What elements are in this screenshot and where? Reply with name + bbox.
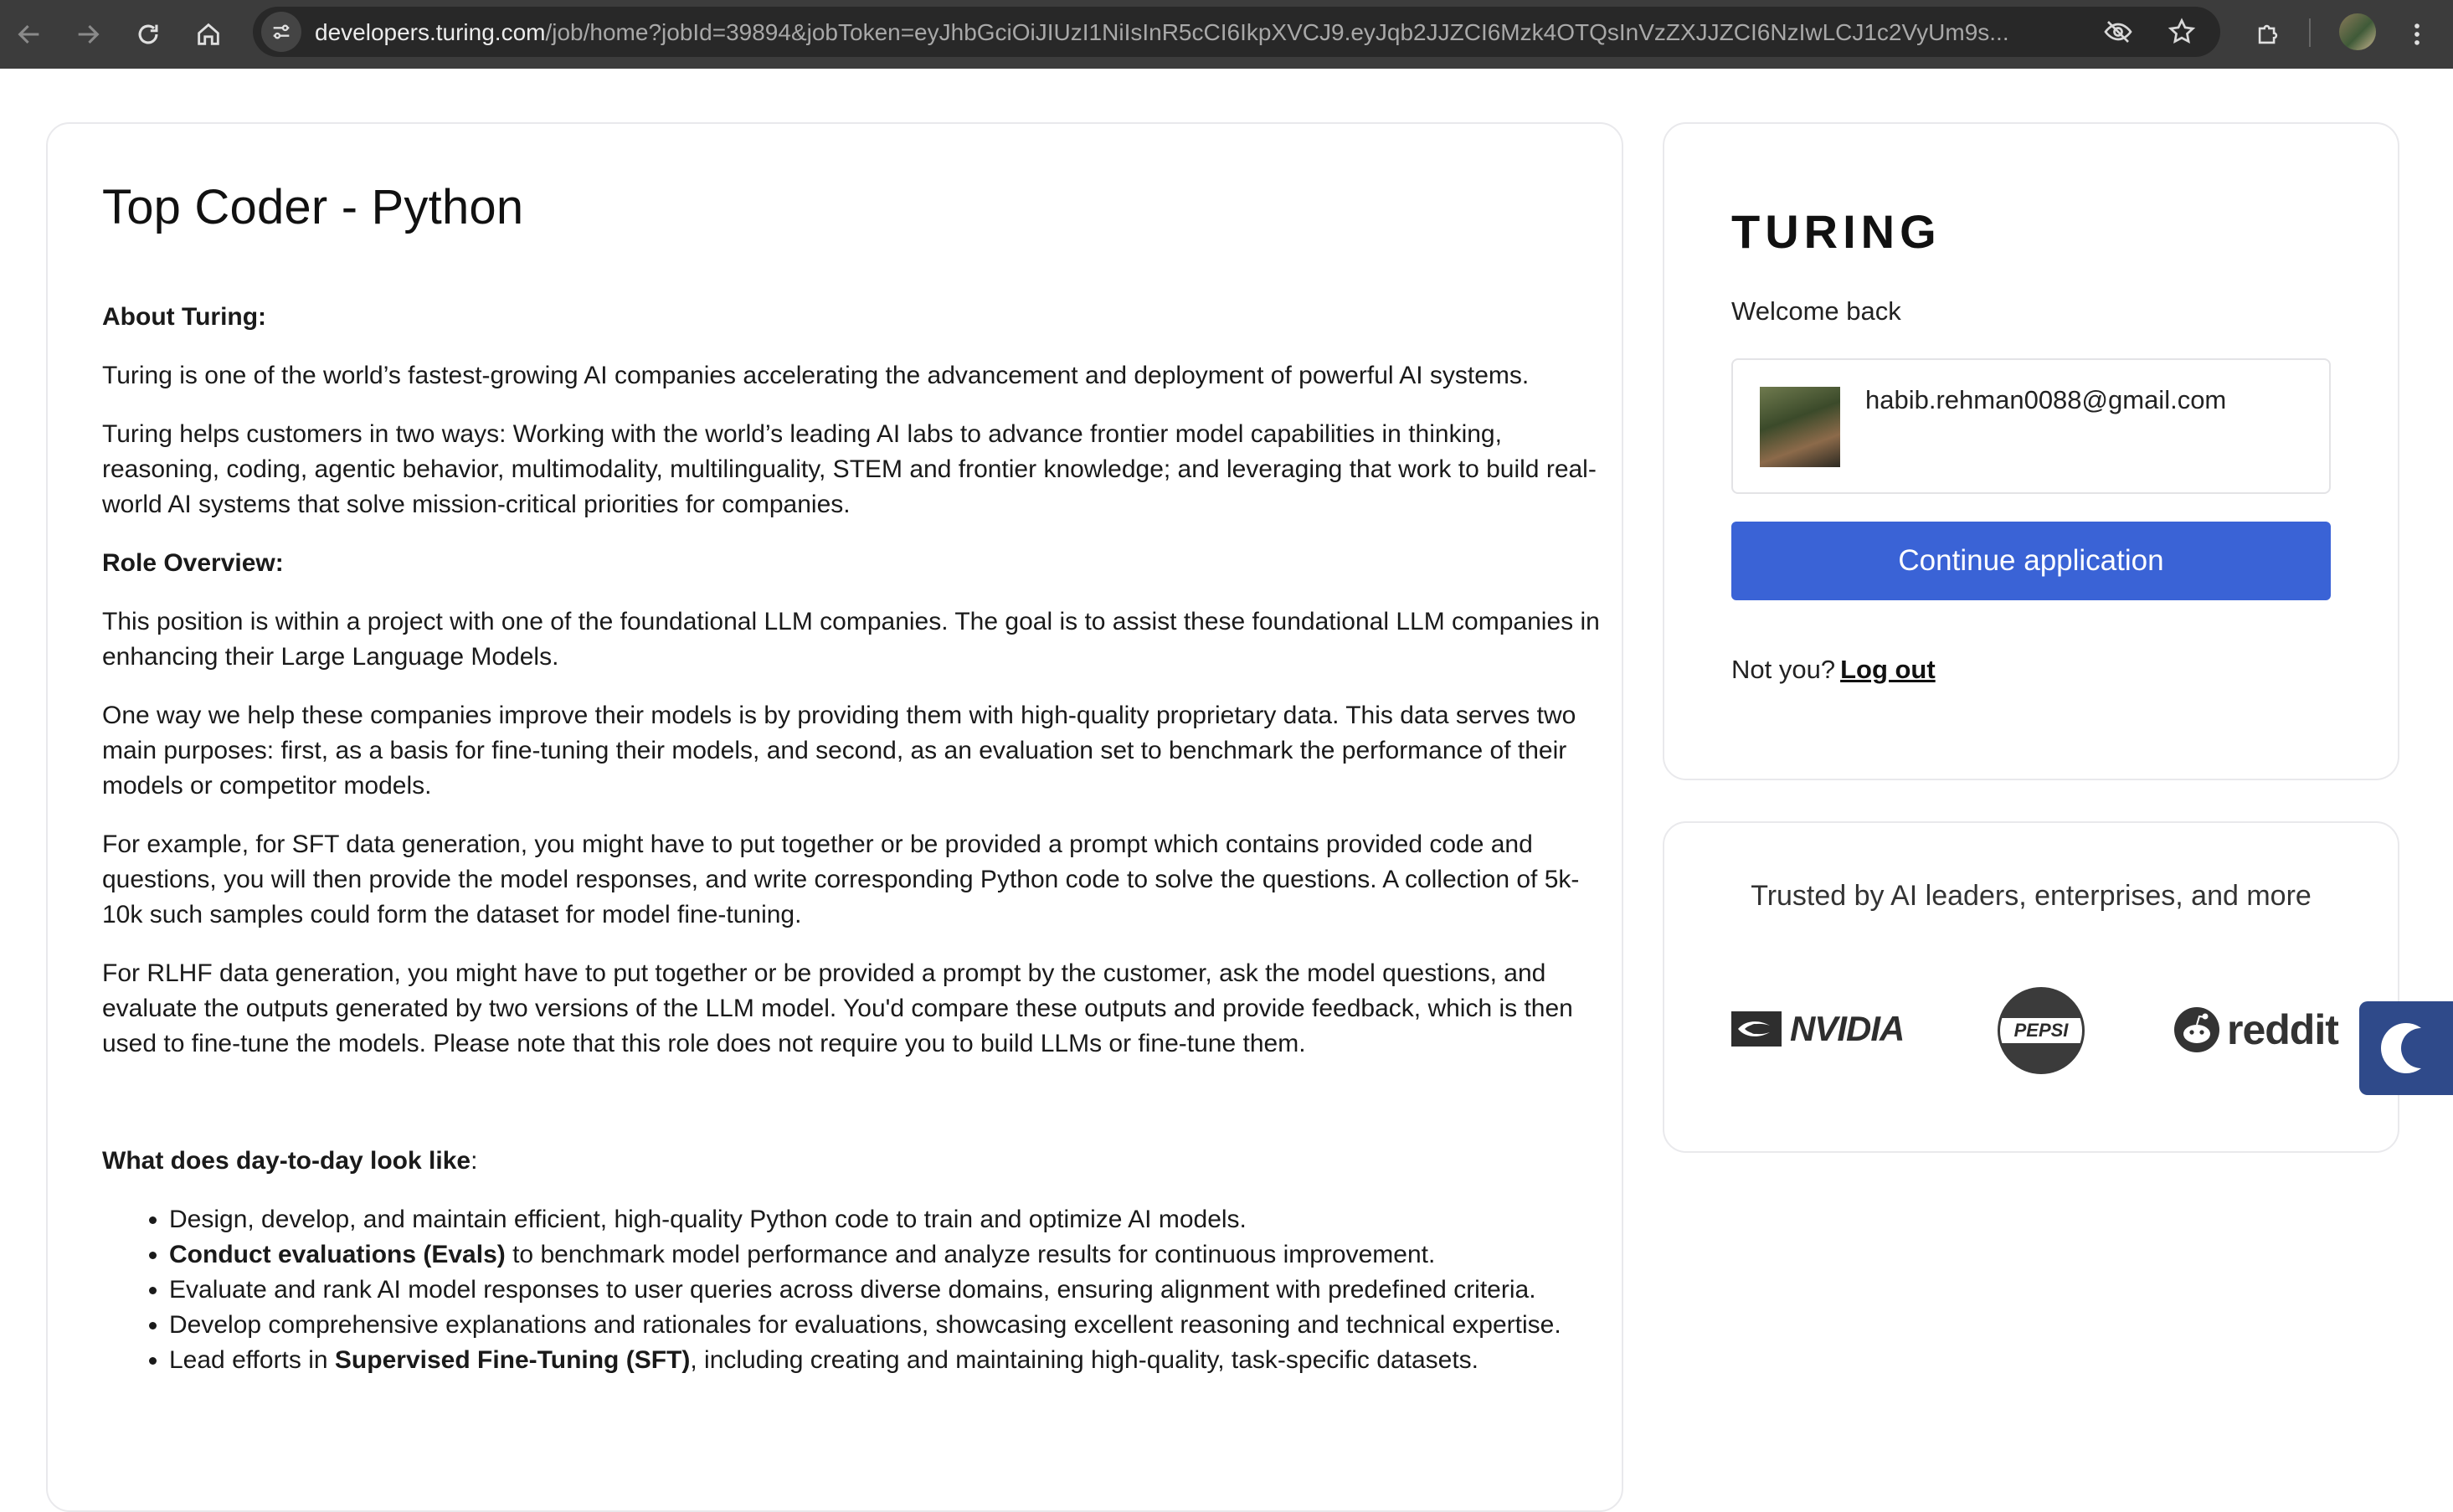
- about-paragraph-1: Turing is one of the world’s fastest-gro…: [102, 362, 1530, 389]
- reddit-wordmark: reddit: [2227, 1006, 2339, 1053]
- extensions-button[interactable]: [2244, 10, 2292, 59]
- about-paragraph-2: Turing helps customers in two ways: Work…: [102, 420, 1597, 518]
- logout-link[interactable]: Log out: [1840, 655, 1936, 684]
- nvidia-wordmark: NVIDIA: [1790, 1009, 1905, 1048]
- bookmark-star-icon[interactable]: [2167, 17, 2197, 47]
- account-box: habib.rehman0088@gmail.com: [1731, 358, 2331, 494]
- pepsi-logo: PEPSI: [1998, 987, 2085, 1074]
- list-item: Lead efforts in Supervised Fine-Tuning (…: [169, 1343, 1601, 1378]
- job-title: Top Coder - Python: [102, 180, 524, 234]
- eye-off-icon[interactable]: [2103, 17, 2133, 47]
- menu-button[interactable]: [2393, 10, 2441, 59]
- daytoday-heading-line: What does day-to-day look like:: [102, 1144, 1601, 1179]
- account-avatar: [1760, 387, 1840, 467]
- trusted-by-card: Trusted by AI leaders, enterprises, and …: [1663, 821, 2399, 1153]
- reload-icon: [138, 24, 158, 44]
- url-path: /job/home?jobId=39894&jobToken=eyJhbGciO…: [545, 19, 2009, 45]
- list-item: Design, develop, and maintain efficient,…: [169, 1202, 1601, 1237]
- trusted-by-title: Trusted by AI leaders, enterprises, and …: [1751, 880, 2312, 912]
- arrow-right-icon: [78, 24, 100, 44]
- crescent-logo-icon: [2381, 1023, 2421, 1073]
- forward-button[interactable]: [64, 10, 112, 59]
- profile-avatar[interactable]: [2339, 13, 2376, 50]
- reddit-alien-icon: [2174, 1007, 2219, 1052]
- login-card: TURING Welcome back habib.rehman0088@gma…: [1663, 122, 2399, 780]
- role-paragraph-3: For example, for SFT data generation, yo…: [102, 831, 1580, 928]
- browser-toolbar: developers.turing.com/job/home?jobId=398…: [0, 0, 2453, 69]
- welcome-text: Welcome back: [1731, 296, 1901, 326]
- chat-widget-button[interactable]: [2359, 1001, 2453, 1095]
- responsibilities-list: Design, develop, and maintain efficient,…: [102, 1202, 1601, 1378]
- puzzle-icon: [2258, 24, 2278, 44]
- nvidia-logo: NVIDIA: [1731, 1009, 1905, 1049]
- job-body: About Turing: Turing is one of the world…: [102, 300, 1601, 1378]
- list-item-bold: Supervised Fine-Tuning (SFT): [334, 1346, 691, 1374]
- list-item-text: , including creating and maintaining hig…: [690, 1346, 1479, 1374]
- list-item: Evaluate and rank AI model responses to …: [169, 1273, 1601, 1308]
- role-heading: Role Overview:: [102, 549, 284, 577]
- toolbar-divider: [2309, 18, 2311, 47]
- reddit-logo: reddit: [2173, 1005, 2339, 1054]
- not-you-line: Not you? Log out: [1731, 655, 1936, 685]
- not-you-text: Not you?: [1731, 655, 1836, 684]
- address-bar[interactable]: developers.turing.com/job/home?jobId=398…: [253, 7, 2220, 57]
- daytoday-heading: What does day-to-day look like: [102, 1147, 471, 1175]
- list-item-text: Lead efforts in: [169, 1346, 335, 1374]
- turing-logo: TURING: [1731, 205, 1941, 258]
- list-item: Develop comprehensive explanations and r…: [169, 1308, 1601, 1343]
- home-icon: [198, 23, 219, 45]
- url-host: developers.turing.com: [315, 19, 546, 45]
- job-description-card: Top Coder - Python About Turing: Turing …: [46, 122, 1623, 1512]
- url-text: developers.turing.com/job/home?jobId=398…: [315, 18, 2098, 47]
- back-button[interactable]: [5, 10, 54, 59]
- reload-button[interactable]: [124, 10, 172, 59]
- account-email: habib.rehman0088@gmail.com: [1865, 385, 2227, 414]
- site-settings-icon[interactable]: [261, 12, 301, 52]
- daytoday-colon: :: [471, 1147, 478, 1175]
- continue-application-button[interactable]: Continue application: [1731, 522, 2331, 600]
- more-vert-icon: [2414, 23, 2420, 45]
- role-paragraph-1: This position is within a project with o…: [102, 608, 1600, 671]
- role-paragraph-2: One way we help these companies improve …: [102, 702, 1576, 800]
- nvidia-eye-icon: [1731, 1011, 1782, 1047]
- home-button[interactable]: [184, 10, 233, 59]
- list-item-text: to benchmark model performance and analy…: [505, 1241, 1436, 1268]
- pepsi-wordmark: PEPSI: [2013, 1020, 2069, 1041]
- list-item: Conduct evaluations (Evals) to benchmark…: [169, 1237, 1601, 1273]
- list-item-bold: Conduct evaluations (Evals): [169, 1241, 506, 1268]
- arrow-left-icon: [18, 24, 39, 44]
- role-paragraph-4: For RLHF data generation, you might have…: [102, 959, 1573, 1057]
- about-heading: About Turing:: [102, 303, 267, 331]
